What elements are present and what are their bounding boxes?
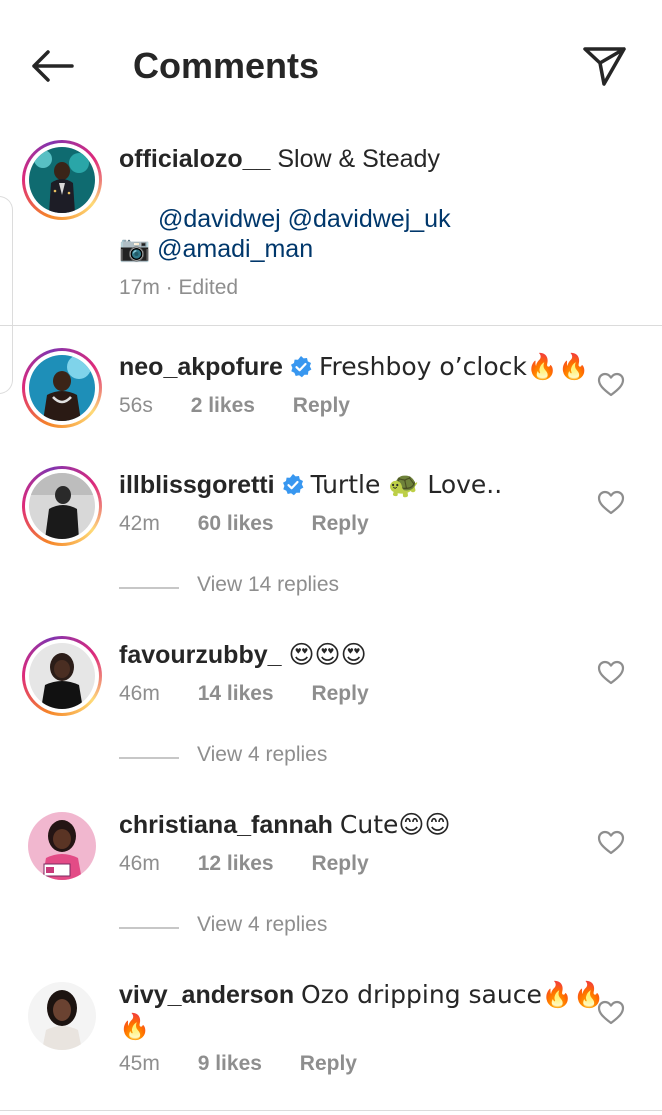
caption-mentions-1: @davidwej @davidwej_uk [158, 202, 451, 236]
comment-text: Ozo dripping sauce🔥🔥 [301, 980, 605, 1009]
arrow-left-icon [32, 50, 74, 82]
view-replies-label[interactable]: View 4 replies [197, 743, 327, 767]
comment-username[interactable]: illblissgoretti [119, 471, 275, 499]
caption-text-line: officialozo__ Slow & Steady [119, 142, 440, 176]
reply-button[interactable]: Reply [311, 682, 368, 706]
comment-time: 42m [119, 512, 160, 535]
caption-username[interactable]: officialozo__ [119, 145, 270, 173]
paper-plane-icon [583, 47, 626, 86]
comment-username[interactable]: vivy_anderson [119, 981, 294, 1009]
comment-text: Cute😊😊 [339, 810, 451, 839]
view-replies-label[interactable]: View 4 replies [197, 913, 327, 937]
comment-time: 46m [119, 852, 160, 875]
avatar[interactable] [22, 348, 102, 428]
comment-text-line: neo_akpofure Freshboy o’clock🔥🔥 [119, 350, 589, 384]
comment-meta: 46m 14 likes Reply [119, 682, 369, 706]
reply-button[interactable]: Reply [311, 852, 368, 876]
avatar[interactable] [22, 636, 102, 716]
heart-icon[interactable] [596, 658, 626, 686]
post-caption: officialozo__ Slow & Steady @davidwej @d… [0, 130, 662, 326]
comment-meta: 56s 2 likes Reply [119, 394, 350, 418]
comment-time: 46m [119, 682, 160, 705]
heart-icon[interactable] [596, 370, 626, 398]
comment-meta: 46m 12 likes Reply [119, 852, 369, 876]
caption-mentions-2: 📷 @amadi_man [119, 232, 313, 266]
comment-text: 😍😍😍 [288, 640, 367, 669]
view-replies-label[interactable]: View 14 replies [197, 573, 339, 597]
comment-username[interactable]: favourzubby_ [119, 641, 282, 669]
comment-text-line: vivy_anderson Ozo dripping sauce🔥🔥 [119, 978, 604, 1012]
heart-icon[interactable] [596, 488, 626, 516]
reply-button[interactable]: Reply [300, 1052, 357, 1076]
comment-likes[interactable]: 14 likes [198, 682, 274, 706]
comment-text-line: illblissgoretti Turtle 🐢 Love.. [119, 468, 502, 502]
comment-time: 45m [119, 1052, 160, 1075]
avatar-photo [28, 812, 96, 880]
back-button[interactable] [28, 44, 76, 88]
page-title: Comments [133, 45, 320, 86]
reply-button[interactable]: Reply [311, 512, 368, 536]
heart-icon[interactable] [596, 998, 626, 1026]
verified-badge-icon [282, 474, 303, 496]
comment-meta: 42m 60 likes Reply [119, 512, 369, 536]
avatar[interactable] [22, 140, 102, 220]
divider [0, 325, 662, 326]
avatar[interactable] [28, 812, 96, 880]
mention-link[interactable]: @amadi_man [157, 235, 313, 263]
comment-time: 56s [119, 394, 153, 417]
avatar-photo [29, 643, 95, 709]
avatar-photo [28, 982, 96, 1050]
avatar-photo [29, 473, 95, 539]
comment-likes[interactable]: 2 likes [191, 394, 255, 418]
comment-username[interactable]: neo_akpofure [119, 353, 283, 381]
comment-text: Turtle 🐢 Love.. [310, 470, 503, 499]
comment-meta: 45m 9 likes Reply [119, 1052, 357, 1076]
avatar-photo [29, 355, 95, 421]
avatar[interactable] [28, 982, 96, 1050]
comment-username[interactable]: christiana_fannah [119, 811, 333, 839]
caption-meta: 17m · Edited [119, 276, 239, 299]
avatar-photo [29, 147, 95, 213]
comment-text-line: favourzubby_ 😍😍😍 [119, 638, 367, 672]
heart-icon[interactable] [596, 828, 626, 856]
avatar[interactable] [22, 466, 102, 546]
mention-link[interactable]: @davidwej @davidwej_uk [158, 205, 451, 233]
divider [0, 1110, 662, 1111]
comment-text: Freshboy o’clock🔥🔥 [318, 352, 590, 381]
comment-text-wrap: 🔥 [119, 1012, 151, 1041]
comment-likes[interactable]: 9 likes [198, 1052, 262, 1076]
camera-emoji: 📷 [119, 234, 151, 263]
reply-button[interactable]: Reply [293, 394, 350, 418]
comment-likes[interactable]: 12 likes [198, 852, 274, 876]
caption-text: Slow & Steady [277, 145, 440, 173]
app-header: Comments [0, 0, 662, 130]
verified-badge-icon [290, 356, 312, 378]
share-button[interactable] [580, 44, 628, 88]
comment-likes[interactable]: 60 likes [198, 512, 274, 536]
comment-text-line: christiana_fannah Cute😊😊 [119, 808, 451, 842]
